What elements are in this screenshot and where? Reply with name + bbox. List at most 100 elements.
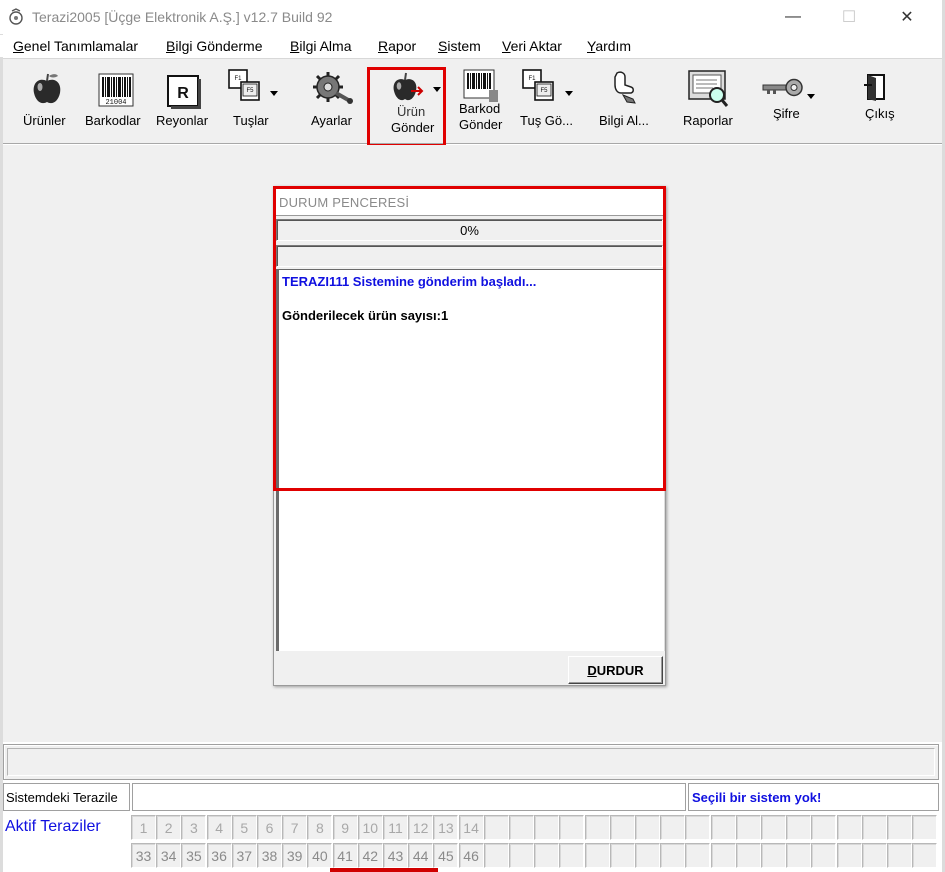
scale-slot[interactable]: 39 xyxy=(282,843,308,868)
scale-slot[interactable] xyxy=(912,843,938,868)
scale-slot[interactable]: 33 xyxy=(131,843,156,868)
scale-slot[interactable] xyxy=(660,815,686,840)
scale-slot[interactable]: 6 xyxy=(257,815,282,840)
menu-sistem[interactable]: Sistem xyxy=(438,38,481,54)
minimize-button[interactable]: — xyxy=(770,0,816,34)
scale-slot[interactable]: 4 xyxy=(206,815,232,840)
tus-gonder-label: Tuş Gö... xyxy=(520,113,573,128)
urunler-button[interactable]: Ürünler xyxy=(19,59,75,143)
scale-slot[interactable]: 1 xyxy=(131,815,156,840)
scale-slot[interactable]: 38 xyxy=(257,843,282,868)
menu-rapor[interactable]: Rapor xyxy=(378,38,416,54)
scale-slot[interactable]: 5 xyxy=(231,815,257,840)
menu-yardim[interactable]: Yardım xyxy=(587,38,631,54)
barkod-gonder-button[interactable]: Barkod Gönder xyxy=(451,59,507,143)
scale-slot[interactable] xyxy=(534,843,560,868)
cikis-button[interactable]: Çıkış xyxy=(857,59,907,143)
bilgi-al-button[interactable]: Bilgi Al... xyxy=(593,59,663,143)
scale-slot[interactable] xyxy=(509,815,534,840)
scale-slot[interactable] xyxy=(584,815,610,840)
scale-slot[interactable] xyxy=(710,815,736,840)
scale-slot[interactable] xyxy=(635,843,660,868)
barkodlar-button[interactable]: 21004 Barkodlar xyxy=(83,59,149,143)
scale-slot[interactable]: 44 xyxy=(408,843,434,868)
scale-slot[interactable] xyxy=(861,843,887,868)
menu-veri-aktar[interactable]: Veri Aktar xyxy=(502,38,562,54)
function-keys-icon: F1 F5 xyxy=(228,69,260,101)
maximize-icon: ☐ xyxy=(841,9,857,26)
reyonlar-button[interactable]: R Reyonlar xyxy=(153,59,215,143)
raporlar-button[interactable]: Raporlar xyxy=(675,59,741,143)
scale-slot[interactable]: 46 xyxy=(458,843,484,868)
scale-slot[interactable] xyxy=(635,815,660,840)
scale-slot[interactable] xyxy=(761,815,786,840)
menu-bilgi-gonderme[interactable]: Bilgi Gönderme xyxy=(166,38,263,54)
scale-slot[interactable] xyxy=(861,815,887,840)
scale-slot-number: 45 xyxy=(438,847,454,864)
scale-slot[interactable] xyxy=(887,843,912,868)
scale-slot[interactable] xyxy=(836,815,862,840)
scale-slot[interactable]: 14 xyxy=(458,815,484,840)
scale-slot[interactable]: 13 xyxy=(433,815,459,840)
maximize-button[interactable]: ☐ xyxy=(826,0,872,34)
scale-slot[interactable]: 8 xyxy=(307,815,333,840)
scale-slot[interactable]: 35 xyxy=(181,843,207,868)
sifre-dropdown-icon[interactable] xyxy=(807,94,815,99)
scale-slot[interactable] xyxy=(710,843,736,868)
scale-slot[interactable]: 41 xyxy=(332,843,358,868)
scale-slot-number: 11 xyxy=(388,819,403,836)
scale-slot[interactable] xyxy=(811,815,837,840)
scale-slot[interactable]: 43 xyxy=(383,843,408,868)
scale-slot[interactable] xyxy=(685,843,711,868)
scale-slot[interactable] xyxy=(483,815,509,840)
stop-button[interactable]: D URDUR xyxy=(568,656,663,684)
tus-gonder-button[interactable]: F1 F5 Tuş Gö... xyxy=(515,59,583,143)
sifre-button[interactable]: Şifre xyxy=(757,59,819,143)
scale-slot[interactable] xyxy=(811,843,837,868)
scale-slot[interactable]: 42 xyxy=(357,843,383,868)
key-icon xyxy=(762,78,803,97)
scale-slot[interactable] xyxy=(836,843,862,868)
scale-slot[interactable] xyxy=(534,815,560,840)
scale-slot[interactable] xyxy=(786,815,812,840)
urunler-label: Ürünler xyxy=(23,113,66,128)
scale-slot[interactable] xyxy=(609,843,635,868)
scale-slot[interactable] xyxy=(559,843,585,868)
scale-slot[interactable]: 40 xyxy=(307,843,333,868)
scale-slot[interactable]: 9 xyxy=(332,815,358,840)
tus-gonder-dropdown-icon[interactable] xyxy=(565,91,573,96)
scale-slot[interactable]: 12 xyxy=(408,815,434,840)
scale-slot[interactable]: 2 xyxy=(156,815,182,840)
scale-slot[interactable]: 10 xyxy=(357,815,383,840)
scale-slot[interactable] xyxy=(509,843,534,868)
scale-slot[interactable]: 11 xyxy=(383,815,408,840)
scale-slot[interactable] xyxy=(559,815,585,840)
tuslar-dropdown-icon[interactable] xyxy=(270,91,278,96)
scale-slot[interactable] xyxy=(761,843,786,868)
scale-slot[interactable] xyxy=(887,815,912,840)
scale-slot[interactable] xyxy=(735,815,761,840)
tuslar-button[interactable]: F1 F5 Tuşlar xyxy=(223,59,283,143)
scale-slot[interactable]: 7 xyxy=(282,815,308,840)
scale-slot[interactable] xyxy=(609,815,635,840)
system-scales-field xyxy=(132,783,686,811)
progress-bar: 0% xyxy=(276,219,663,241)
scale-slot[interactable]: 36 xyxy=(206,843,232,868)
scale-slot-number: 10 xyxy=(362,819,379,836)
menu-bilgi-alma[interactable]: Bilgi Alma xyxy=(290,38,351,54)
scale-slot[interactable] xyxy=(685,815,711,840)
close-button[interactable]: ✕ xyxy=(884,0,930,34)
scale-slot[interactable] xyxy=(483,843,509,868)
scale-slot[interactable]: 37 xyxy=(231,843,257,868)
urun-gonder-button[interactable]: Ürün Gönder xyxy=(367,59,446,147)
scale-slot[interactable]: 45 xyxy=(433,843,459,868)
menu-genel-tanimlamalar[interactable]: Genel Tanımlamalar xyxy=(13,38,138,54)
ayarlar-button[interactable]: Ayarlar xyxy=(301,59,363,143)
scale-slot[interactable]: 34 xyxy=(156,843,182,868)
scale-slot[interactable] xyxy=(786,843,812,868)
scale-slot[interactable] xyxy=(660,843,686,868)
scale-slot[interactable] xyxy=(584,843,610,868)
scale-slot[interactable] xyxy=(735,843,761,868)
scale-slot[interactable] xyxy=(912,815,938,840)
scale-slot[interactable]: 3 xyxy=(181,815,207,840)
